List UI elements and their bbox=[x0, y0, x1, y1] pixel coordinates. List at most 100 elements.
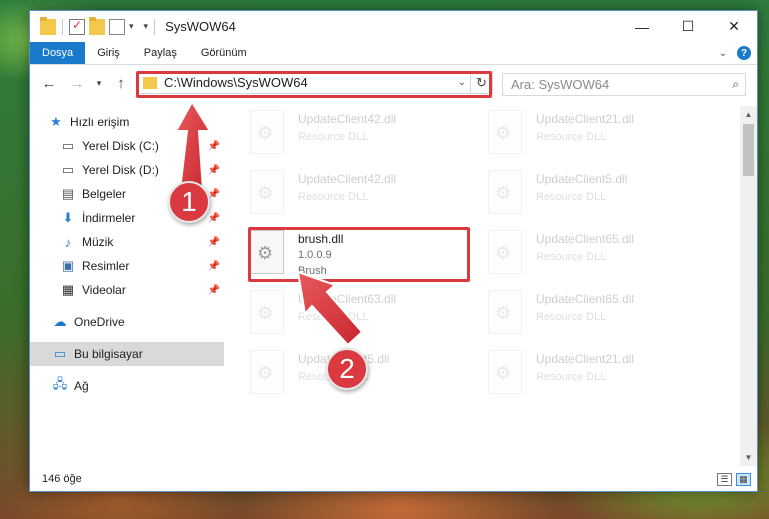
file-item[interactable]: UpdateClient42.dll Resource DLL bbox=[250, 110, 460, 162]
dll-file-icon bbox=[488, 230, 522, 274]
new-folder-icon[interactable] bbox=[89, 16, 105, 35]
close-button[interactable]: ✕ bbox=[711, 11, 757, 42]
nav-item-label: Müzik bbox=[82, 235, 114, 249]
nav-item-onedrive[interactable]: ☁ OneDrive bbox=[52, 310, 224, 334]
ribbon-controls: ⌄ ? bbox=[719, 42, 757, 64]
nav-item-label: Yerel Disk (D:) bbox=[82, 163, 159, 177]
nav-item-label: İndirmeler bbox=[82, 211, 136, 225]
dll-file-icon bbox=[488, 170, 522, 214]
details-view-icon[interactable]: ☰ bbox=[717, 472, 732, 486]
nav-item-network[interactable]: 🖧 Ağ bbox=[52, 374, 224, 398]
file-type: Resource DLL bbox=[298, 191, 369, 203]
customize-icon[interactable] bbox=[109, 18, 125, 35]
maximize-button[interactable]: ☐ bbox=[665, 11, 711, 42]
pin-icon[interactable]: 📌 bbox=[208, 285, 220, 296]
ribbon-tabs: Dosya Giriş Paylaş Görünüm ⌄ ? bbox=[30, 42, 757, 65]
star-icon: ★ bbox=[50, 114, 62, 129]
download-icon: ⬇ bbox=[62, 210, 74, 225]
nav-item-pictures[interactable]: ▣ Resimler 📌 bbox=[60, 254, 224, 278]
dll-file-icon bbox=[250, 170, 284, 214]
help-icon[interactable]: ? bbox=[737, 46, 751, 60]
title-divider bbox=[154, 18, 156, 35]
nav-item-label: Belgeler bbox=[82, 187, 127, 201]
back-icon[interactable]: ← bbox=[38, 75, 60, 92]
network-icon: 🖧 bbox=[52, 376, 68, 391]
drive-icon: ▭ bbox=[61, 162, 75, 177]
search-icon[interactable]: ⌕ bbox=[732, 77, 739, 92]
scroll-thumb[interactable] bbox=[743, 124, 754, 176]
nav-item-drive-d[interactable]: ▭ Yerel Disk (D:) 📌 bbox=[60, 158, 224, 182]
file-item[interactable]: UpdateClient65.dll Resource DLL bbox=[488, 230, 698, 282]
dll-file-icon bbox=[250, 290, 284, 334]
properties-icon[interactable] bbox=[69, 18, 85, 35]
recent-locations-icon[interactable]: ▾ bbox=[88, 78, 110, 89]
file-name: UpdateClient5.dll bbox=[536, 172, 628, 186]
expand-ribbon-icon[interactable]: ⌄ bbox=[719, 48, 727, 59]
file-name: UpdateClient65.dll bbox=[536, 292, 635, 306]
tab-share[interactable]: Paylaş bbox=[132, 42, 189, 64]
pictures-icon: ▣ bbox=[61, 258, 75, 273]
tab-home[interactable]: Giriş bbox=[85, 42, 132, 64]
status-bar: 146 öğe ☰ ▦ bbox=[30, 467, 757, 491]
file-list: UpdateClient42.dll Resource DLL UpdateCl… bbox=[228, 106, 741, 466]
search-placeholder: Ara: SysWOW64 bbox=[511, 77, 610, 92]
pin-icon[interactable]: 📌 bbox=[208, 213, 220, 224]
file-name: UpdateClient63.dll bbox=[298, 292, 397, 306]
file-name: UpdateClient21.dll bbox=[536, 352, 635, 366]
file-name: UpdateClient65.dll bbox=[536, 232, 635, 246]
nav-item-quick-access[interactable]: ★ Hızlı erişim bbox=[48, 110, 242, 134]
search-input[interactable]: Ara: SysWOW64 ⌕ bbox=[502, 73, 746, 96]
documents-icon: ▤ bbox=[61, 186, 75, 201]
nav-item-label: Resimler bbox=[82, 259, 130, 273]
file-type: Resource DLL bbox=[536, 191, 607, 203]
chevron-down-icon[interactable]: ▾ bbox=[129, 21, 134, 32]
step-badge-2: 2 bbox=[326, 348, 368, 390]
minimize-button[interactable]: — bbox=[619, 11, 665, 42]
cloud-icon: ☁ bbox=[53, 314, 67, 329]
step-badge-1: 1 bbox=[168, 181, 210, 223]
forward-icon[interactable]: → bbox=[66, 75, 88, 92]
pin-icon[interactable]: 📌 bbox=[208, 237, 220, 248]
dll-file-icon bbox=[250, 110, 284, 154]
file-item[interactable]: UpdateClient65.dll Resource DLL bbox=[488, 290, 698, 342]
nav-item-drive-c[interactable]: ▭ Yerel Disk (C:) 📌 bbox=[60, 134, 224, 158]
pin-icon[interactable]: 📌 bbox=[208, 261, 220, 272]
nav-item-label: OneDrive bbox=[74, 315, 125, 329]
file-type: Resource DLL bbox=[298, 311, 369, 323]
customize-toolbar-icon[interactable]: ▾ bbox=[144, 21, 149, 32]
pin-icon[interactable]: 📌 bbox=[208, 141, 220, 152]
file-item[interactable]: UpdateClient63.dll Resource DLL bbox=[250, 290, 460, 342]
tab-file[interactable]: Dosya bbox=[30, 42, 86, 64]
nav-item-music[interactable]: ♪ Müzik 📌 bbox=[60, 230, 224, 254]
file-type: Resource DLL bbox=[536, 311, 607, 323]
quick-access-toolbar: ▾ ▾ bbox=[30, 16, 149, 35]
up-icon[interactable]: ↑ bbox=[110, 75, 132, 92]
file-highlight bbox=[248, 227, 470, 282]
tab-view[interactable]: Görünüm bbox=[189, 42, 259, 64]
file-name: UpdateClient42.dll bbox=[298, 112, 397, 126]
nav-item-videos[interactable]: ▦ Videolar 📌 bbox=[60, 278, 224, 302]
file-item[interactable]: UpdateClient21.dll Resource DLL bbox=[488, 110, 698, 162]
item-count: 146 öğe bbox=[42, 473, 82, 485]
nav-item-label: Yerel Disk (C:) bbox=[82, 139, 159, 153]
nav-item-this-pc[interactable]: ▭ Bu bilgisayar bbox=[30, 342, 224, 366]
file-type: Resource DLL bbox=[536, 251, 607, 263]
large-icons-view-icon[interactable]: ▦ bbox=[736, 472, 751, 486]
videos-icon: ▦ bbox=[61, 282, 75, 297]
address-highlight bbox=[136, 71, 492, 98]
nav-item-label: Bu bilgisayar bbox=[74, 347, 143, 361]
folder-icon[interactable] bbox=[40, 16, 56, 35]
window-title: SysWOW64 bbox=[165, 19, 236, 34]
pin-icon[interactable]: 📌 bbox=[208, 165, 220, 176]
file-item[interactable]: UpdateClient5.dll Resource DLL bbox=[488, 170, 698, 222]
computer-icon: ▭ bbox=[53, 346, 67, 361]
vertical-scrollbar[interactable]: ▲ ▼ bbox=[740, 106, 757, 466]
window-controls: — ☐ ✕ bbox=[619, 11, 757, 42]
file-item[interactable]: UpdateClient21.dll Resource DLL bbox=[488, 350, 698, 402]
file-type: Resource DLL bbox=[536, 131, 607, 143]
nav-item-label: Hızlı erişim bbox=[70, 115, 130, 129]
scroll-down-icon[interactable]: ▼ bbox=[740, 449, 757, 466]
scroll-up-icon[interactable]: ▲ bbox=[740, 106, 757, 123]
file-item[interactable]: UpdateClient42.dll Resource DLL bbox=[250, 170, 460, 222]
dll-file-icon bbox=[488, 110, 522, 154]
